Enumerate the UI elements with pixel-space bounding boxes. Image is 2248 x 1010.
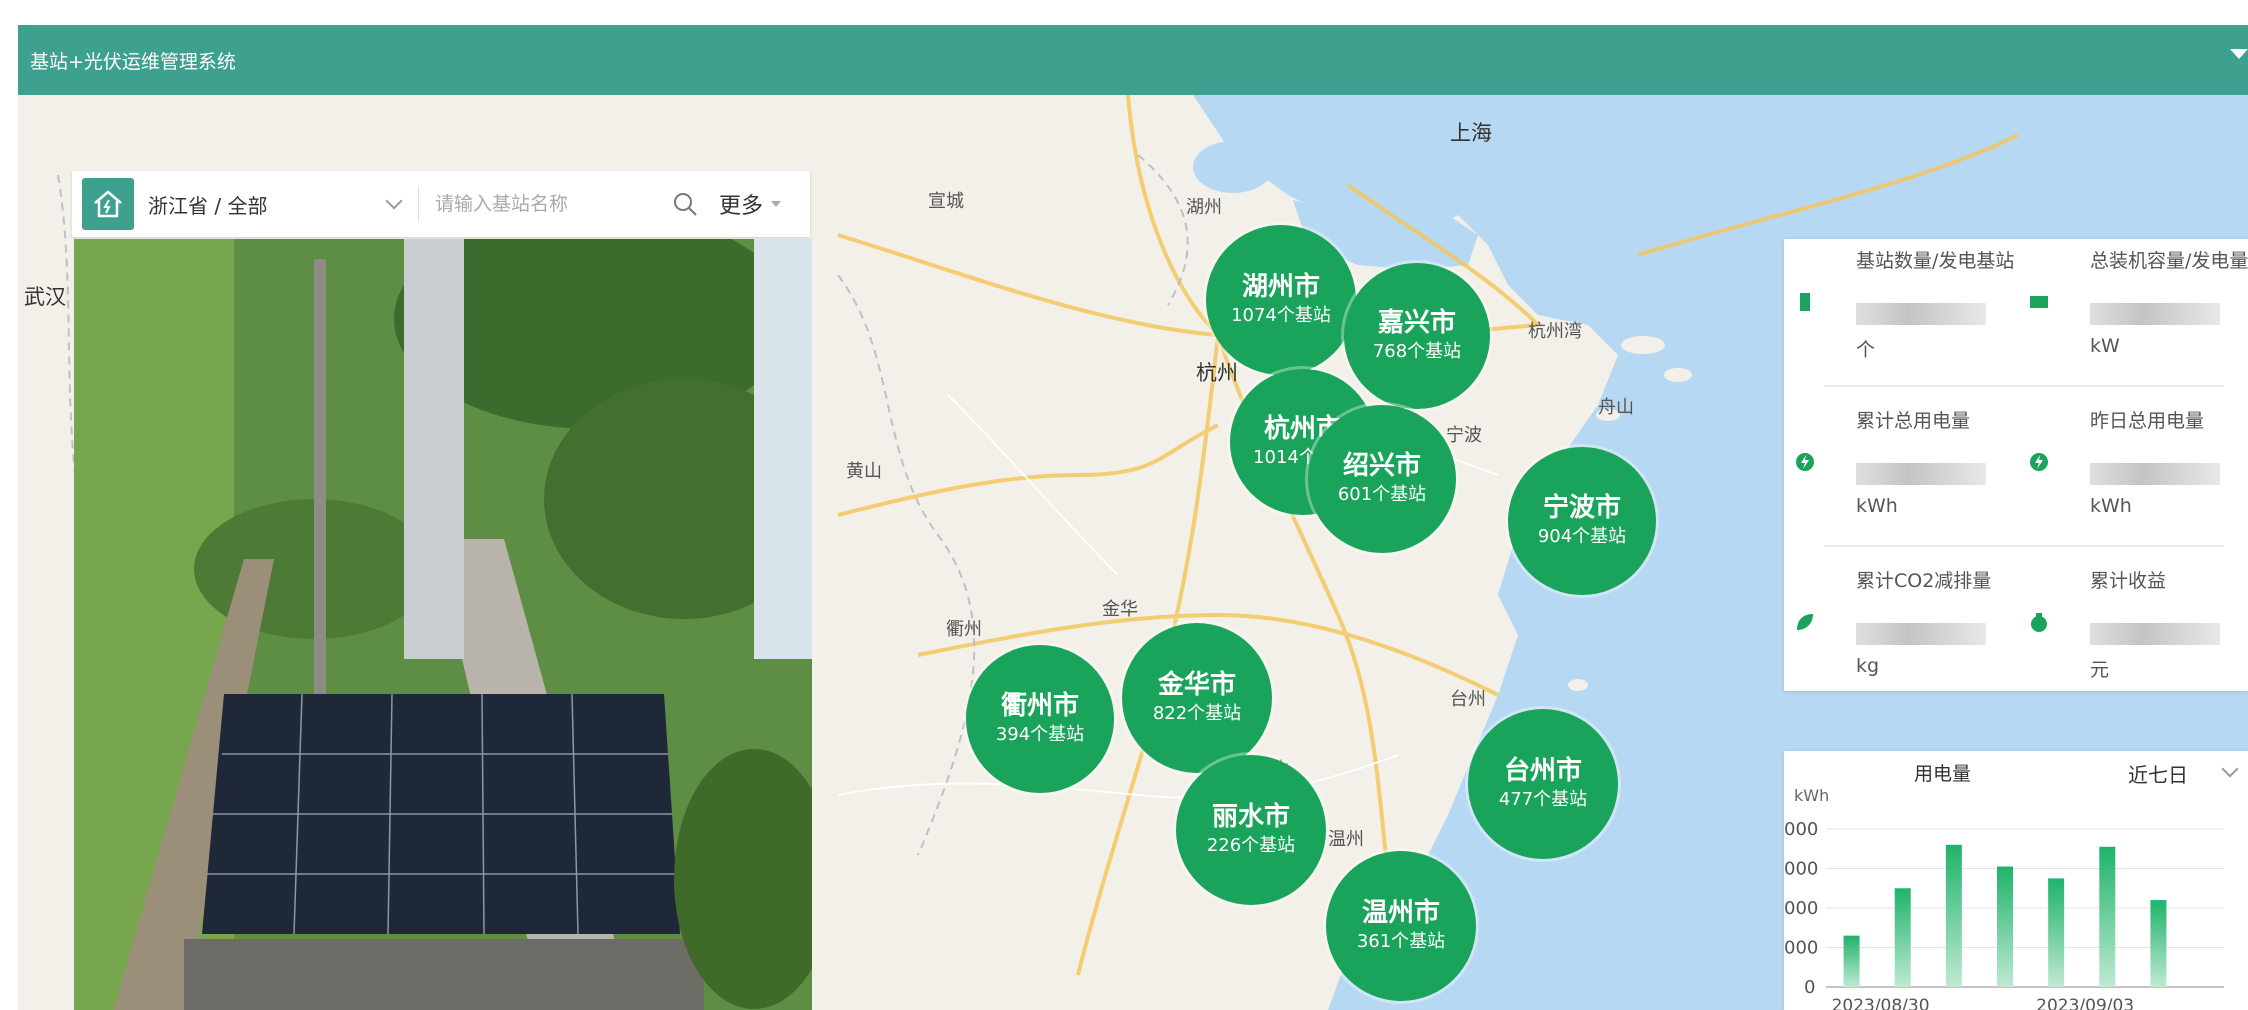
more-caret-icon[interactable]: [771, 201, 782, 207]
map-label-taizhou: 台州: [1450, 689, 1486, 710]
menu-dropdown-icon[interactable]: [2230, 49, 2248, 59]
region-select[interactable]: 浙江省 / 全部: [148, 190, 388, 219]
cluster-name: 衢州市: [1000, 691, 1079, 721]
app-title: 基站+光伏运维管理系统: [30, 50, 236, 73]
cluster-taizhou[interactable]: 台州市 477个基站: [1468, 709, 1618, 859]
stats-panel: 基站数量/发电基站 个 总装机容量/发电量 kW 累计总用电量 kWh 昨日总用…: [1784, 239, 2248, 691]
map-label-hangzhou-bay: 杭州湾: [1528, 321, 1582, 342]
divider: [1824, 385, 2224, 387]
map-label-zhoushan: 舟山: [1598, 397, 1634, 418]
stat-label: 总装机容量/发电量: [2090, 250, 2248, 272]
cluster-count: 226个基站: [1206, 835, 1296, 856]
cluster-ningbo[interactable]: 宁波市 904个基站: [1508, 447, 1656, 595]
stat-unit: kW: [2090, 335, 2120, 357]
stat-value-masked: [1856, 623, 1986, 645]
capacity-icon: [2030, 296, 2048, 308]
stat-unit: kg: [1856, 655, 1880, 677]
x-tick-label: 2023/08/30: [1832, 996, 1930, 1010]
cluster-count: 904个基站: [1537, 526, 1627, 547]
stat-value-masked: [2090, 303, 2220, 325]
app-window: 基站+光伏运维管理系统 上海 宣城 湖州 杭州 杭州湾 宁波 舟山 黄山 衢州 …: [18, 25, 2248, 1010]
cluster-name: 湖州市: [1241, 272, 1320, 302]
station-icon: [1800, 293, 1810, 311]
bar-2023/09/04[interactable]: [2099, 846, 2116, 987]
map-label-xuancheng: 宣城: [928, 191, 964, 212]
y-tick-label: 000: [1784, 819, 1818, 840]
map-label-hangzhou: 杭州: [1196, 361, 1238, 385]
stat-unit: kWh: [1856, 495, 1898, 517]
bar-2023/09/05[interactable]: [2150, 900, 2167, 987]
chevron-down-icon[interactable]: [385, 192, 403, 210]
cluster-jiaxing[interactable]: 嘉兴市 768个基站: [1344, 263, 1490, 409]
top-bar: 基站+光伏运维管理系统: [18, 25, 2248, 95]
home-icon[interactable]: [82, 178, 134, 230]
cluster-quzhou[interactable]: 衢州市 394个基站: [966, 645, 1114, 793]
region-search-bar: 浙江省 / 全部 更多: [72, 171, 810, 237]
cluster-jinhua[interactable]: 金华市 822个基站: [1122, 623, 1272, 773]
stat-label: 累计收益: [2090, 570, 2167, 592]
stat-value-masked: [1856, 463, 1986, 485]
cluster-count: 601个基站: [1337, 484, 1427, 505]
map-label-wuhan: 武汉: [24, 285, 66, 309]
cluster-name: 嘉兴市: [1377, 308, 1456, 338]
divider: [1824, 545, 2224, 547]
cluster-count: 1074个基站: [1231, 305, 1331, 326]
map-label-quzhou: 衢州: [946, 619, 982, 640]
energy-icon: [2030, 453, 2048, 471]
cluster-huzhou[interactable]: 湖州市 1074个基站: [1206, 225, 1356, 375]
cluster-count: 394个基站: [995, 724, 1085, 745]
money-bag-icon: [2031, 613, 2047, 632]
search-icon[interactable]: [671, 190, 699, 218]
cluster-count: 768个基站: [1372, 341, 1462, 362]
cluster-name: 台州市: [1503, 756, 1582, 786]
station-search-input[interactable]: [433, 192, 667, 216]
cluster-wenzhou[interactable]: 温州市 361个基站: [1326, 851, 1476, 1001]
bar-2023/09/03[interactable]: [2048, 878, 2065, 987]
y-tick-label: 0: [1804, 977, 1815, 998]
stat-unit: kWh: [2090, 495, 2132, 517]
x-tick-label: 2023/09/03: [2036, 996, 2134, 1010]
y-tick-label: 000: [1784, 938, 1818, 959]
stat-value-masked: [2090, 623, 2220, 645]
map-label-huangshan: 黄山: [846, 461, 882, 482]
cluster-name: 金华市: [1157, 670, 1236, 700]
cluster-count: 361个基站: [1356, 931, 1446, 952]
cluster-name: 温州市: [1361, 898, 1440, 928]
stat-label: 昨日总用电量: [2090, 410, 2205, 432]
cluster-shaoxing[interactable]: 绍兴市 601个基站: [1308, 405, 1456, 553]
stat-unit: 元: [2090, 659, 2110, 681]
consumption-chart-panel: 用电量 近七日 kWh 0 000 000 000 000 2023/08/30 2023/0…: [1784, 751, 2248, 1010]
stat-value-masked: [2090, 463, 2220, 485]
stat-label: 基站数量/发电基站: [1856, 250, 2015, 272]
stat-label: 累计总用电量: [1856, 410, 1971, 432]
bar-2023/09/01[interactable]: [1945, 844, 1962, 987]
stat-value-masked: [1856, 303, 1986, 325]
bar-chart: kWh00000000000002023/08/30 2023/09/03: [1784, 786, 2224, 1010]
map-label-huzhou: 湖州: [1186, 197, 1222, 218]
cluster-name: 宁波市: [1542, 493, 1621, 523]
stat-unit: 个: [1856, 339, 1876, 361]
more-button[interactable]: 更多: [719, 188, 763, 220]
energy-icon: [1796, 453, 1814, 471]
cluster-count: 822个基站: [1152, 703, 1242, 724]
map-label-ningbo: 宁波: [1446, 425, 1482, 446]
y-tick-label: 000: [1784, 859, 1818, 880]
bar-2023/08/31[interactable]: [1894, 888, 1911, 987]
cluster-name: 丽水市: [1211, 802, 1290, 832]
map-label-shanghai: 上海: [1450, 121, 1492, 145]
divider: [418, 186, 419, 222]
y-axis-label: kWh: [1794, 786, 1829, 805]
bar-2023/09/02[interactable]: [1997, 866, 2013, 987]
bar-2023/08/30[interactable]: [1843, 935, 1860, 987]
cluster-name: 绍兴市: [1342, 451, 1421, 481]
y-tick-label: 000: [1784, 898, 1818, 919]
stat-label: 累计CO2减排量: [1856, 570, 1992, 592]
map-label-wenzhou: 温州: [1328, 829, 1364, 850]
leaf-icon: [1797, 614, 1813, 630]
cluster-lishui[interactable]: 丽水市 226个基站: [1176, 755, 1326, 905]
station-photo: [74, 239, 812, 1010]
cluster-count: 477个基站: [1498, 789, 1588, 810]
map-label-jinhua: 金华: [1102, 599, 1138, 620]
